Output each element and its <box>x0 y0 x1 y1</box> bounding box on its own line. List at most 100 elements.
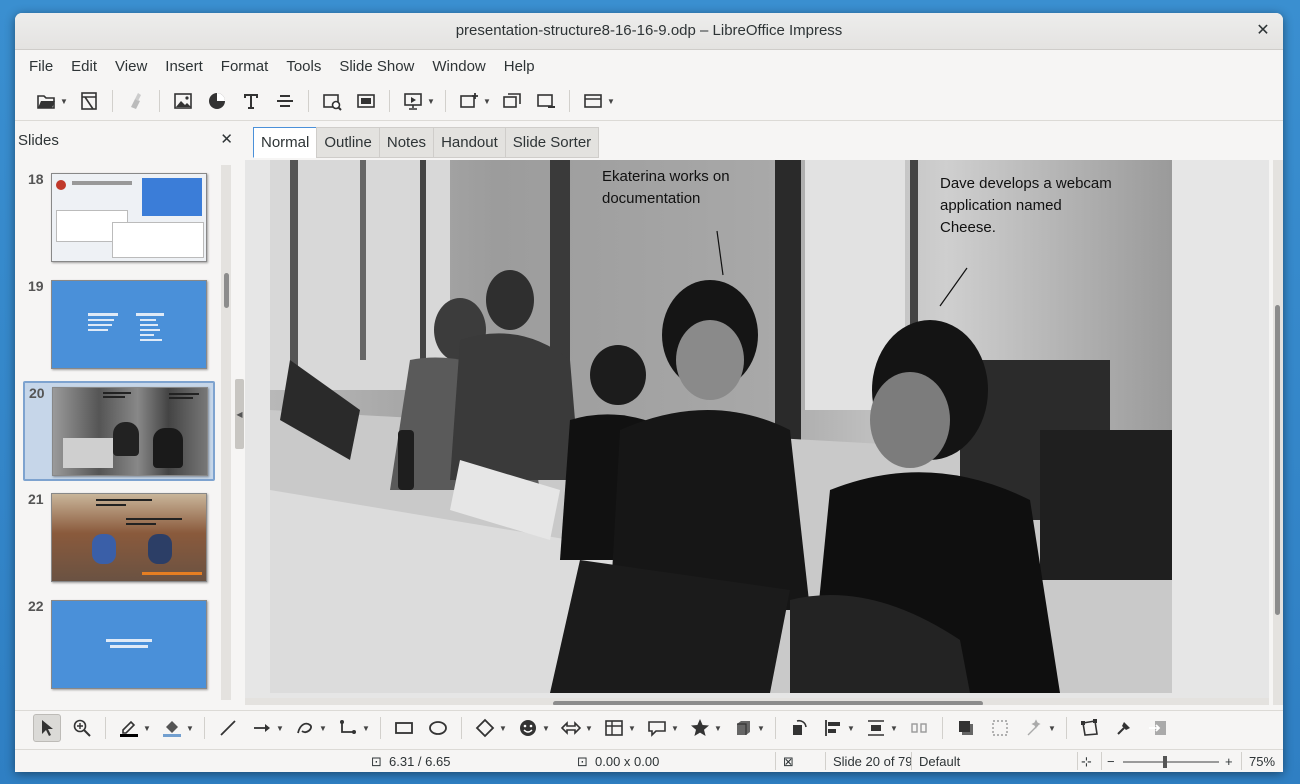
collapse-pane-handle[interactable]: ◀ <box>235 379 244 449</box>
rectangle-icon[interactable] <box>391 715 417 741</box>
points-icon[interactable] <box>1077 715 1103 741</box>
display-views-icon[interactable] <box>319 88 345 114</box>
zoom-slider-thumb[interactable] <box>1163 756 1167 768</box>
flowchart-dropdown-icon[interactable]: ▼ <box>628 715 636 741</box>
open-icon[interactable] <box>33 88 59 114</box>
close-icon[interactable]: ✕ <box>1253 21 1273 41</box>
select-arrow-icon[interactable] <box>33 714 61 742</box>
block-arrows-dropdown-icon[interactable]: ▼ <box>585 715 593 741</box>
filter-dropdown-icon[interactable]: ▼ <box>1048 715 1056 741</box>
tab-normal[interactable]: Normal <box>253 127 318 158</box>
clone-formatting-icon[interactable] <box>123 88 149 114</box>
line-color-icon[interactable] <box>116 715 142 741</box>
zoom-slider[interactable] <box>1123 756 1219 768</box>
tab-handout[interactable]: Handout <box>433 127 506 158</box>
filter-icon[interactable] <box>1021 715 1047 741</box>
master-page-name[interactable]: Default <box>919 754 960 769</box>
menu-edit[interactable]: Edit <box>62 58 106 75</box>
arrange-icon[interactable] <box>863 715 889 741</box>
insert-chart-icon[interactable] <box>204 88 230 114</box>
insert-field-icon[interactable] <box>272 88 298 114</box>
slide-thumbnail-19[interactable]: 19 <box>24 276 212 372</box>
toggle-extrusion-icon[interactable] <box>1145 715 1171 741</box>
menu-help[interactable]: Help <box>495 58 544 75</box>
star-dropdown-icon[interactable]: ▼ <box>714 715 722 741</box>
zoom-in-icon[interactable]: + <box>1225 754 1233 769</box>
align-icon[interactable] <box>820 715 846 741</box>
line-color-dropdown-icon[interactable]: ▼ <box>143 715 151 741</box>
new-slide-dropdown-icon[interactable]: ▼ <box>483 88 491 114</box>
menu-view[interactable]: View <box>106 58 156 75</box>
slide-layout-dropdown-icon[interactable]: ▼ <box>607 88 615 114</box>
menu-insert[interactable]: Insert <box>156 58 212 75</box>
insert-image-icon[interactable] <box>170 88 196 114</box>
delete-slide-icon[interactable] <box>533 88 559 114</box>
connector-dropdown-icon[interactable]: ▼ <box>362 715 370 741</box>
align-dropdown-icon[interactable]: ▼ <box>847 715 855 741</box>
duplicate-slide-icon[interactable] <box>499 88 525 114</box>
slide-thumbnail-20[interactable]: 20 <box>23 381 215 481</box>
menu-tools[interactable]: Tools <box>277 58 330 75</box>
tab-notes[interactable]: Notes <box>378 127 435 158</box>
scrollbar-thumb[interactable] <box>224 273 229 308</box>
master-slide-icon[interactable] <box>353 88 379 114</box>
distribute-icon[interactable] <box>906 715 932 741</box>
block-arrows-icon[interactable] <box>558 715 584 741</box>
close-pane-icon[interactable]: ✕ <box>220 130 233 148</box>
connector-icon[interactable] <box>335 715 361 741</box>
rotate-icon[interactable] <box>786 715 812 741</box>
callout-dropdown-icon[interactable]: ▼ <box>671 715 679 741</box>
arrow-line-dropdown-icon[interactable]: ▼ <box>276 715 284 741</box>
ellipse-icon[interactable] <box>425 715 451 741</box>
basic-shapes-dropdown-icon[interactable]: ▼ <box>499 715 507 741</box>
fill-color-icon[interactable] <box>159 715 185 741</box>
vertical-scrollbar[interactable] <box>1273 160 1283 705</box>
menu-slide-show[interactable]: Slide Show <box>330 58 423 75</box>
slide-thumbnail-22[interactable]: 22 <box>24 596 212 692</box>
line-icon[interactable] <box>215 715 241 741</box>
open-dropdown-icon[interactable]: ▼ <box>60 88 68 114</box>
3d-objects-dropdown-icon[interactable]: ▼ <box>757 715 765 741</box>
slide-layout-icon[interactable] <box>580 88 606 114</box>
caption-dave[interactable]: Dave develops a webcam application named… <box>940 173 1112 239</box>
symbol-shapes-icon[interactable] <box>515 715 541 741</box>
fill-color-dropdown-icon[interactable]: ▼ <box>186 715 194 741</box>
arrange-dropdown-icon[interactable]: ▼ <box>890 715 898 741</box>
caption-ekaterina[interactable]: Ekaterina works on documentation <box>602 166 730 210</box>
zoom-out-icon[interactable]: − <box>1107 754 1115 769</box>
new-slide-icon[interactable] <box>456 88 482 114</box>
slides-scrollbar[interactable] <box>221 165 231 700</box>
arrow-line-icon[interactable] <box>249 715 275 741</box>
3d-objects-icon[interactable] <box>730 715 756 741</box>
zoom-pan-icon[interactable] <box>69 715 95 741</box>
menu-file[interactable]: File <box>20 58 62 75</box>
zoom-level[interactable]: 75% <box>1249 754 1275 769</box>
shadow-icon[interactable] <box>953 715 979 741</box>
insert-text-icon[interactable] <box>238 88 264 114</box>
current-slide[interactable]: Ekaterina works on documentation Dave de… <box>270 160 1172 693</box>
curve-icon[interactable] <box>292 715 318 741</box>
tab-outline[interactable]: Outline <box>316 127 380 158</box>
star-icon[interactable] <box>687 715 713 741</box>
menu-window[interactable]: Window <box>423 58 494 75</box>
glue-points-icon[interactable] <box>1111 715 1137 741</box>
flowchart-icon[interactable] <box>601 715 627 741</box>
tab-slide-sorter[interactable]: Slide Sorter <box>504 127 600 158</box>
callout-icon[interactable] <box>644 715 670 741</box>
scrollbar-thumb[interactable] <box>553 701 983 705</box>
document-modified-icon[interactable]: ⊠ <box>783 754 794 770</box>
curve-dropdown-icon[interactable]: ▼ <box>319 715 327 741</box>
slide-thumbnail-21[interactable]: 21 <box>24 489 212 585</box>
slide-thumbnail-18[interactable]: 18 <box>24 169 212 265</box>
slide-canvas[interactable]: Ekaterina works on documentation Dave de… <box>245 160 1269 705</box>
basic-shapes-icon[interactable] <box>472 715 498 741</box>
crop-icon[interactable] <box>987 715 1013 741</box>
symbol-shapes-dropdown-icon[interactable]: ▼ <box>542 715 550 741</box>
start-slideshow-icon[interactable] <box>400 88 426 114</box>
menu-format[interactable]: Format <box>212 58 278 75</box>
slideshow-dropdown-icon[interactable]: ▼ <box>427 88 435 114</box>
horizontal-scrollbar[interactable] <box>245 698 1269 705</box>
fit-slide-icon[interactable]: ⊹ <box>1081 754 1092 770</box>
scrollbar-thumb[interactable] <box>1275 305 1280 615</box>
template-icon[interactable] <box>76 88 102 114</box>
